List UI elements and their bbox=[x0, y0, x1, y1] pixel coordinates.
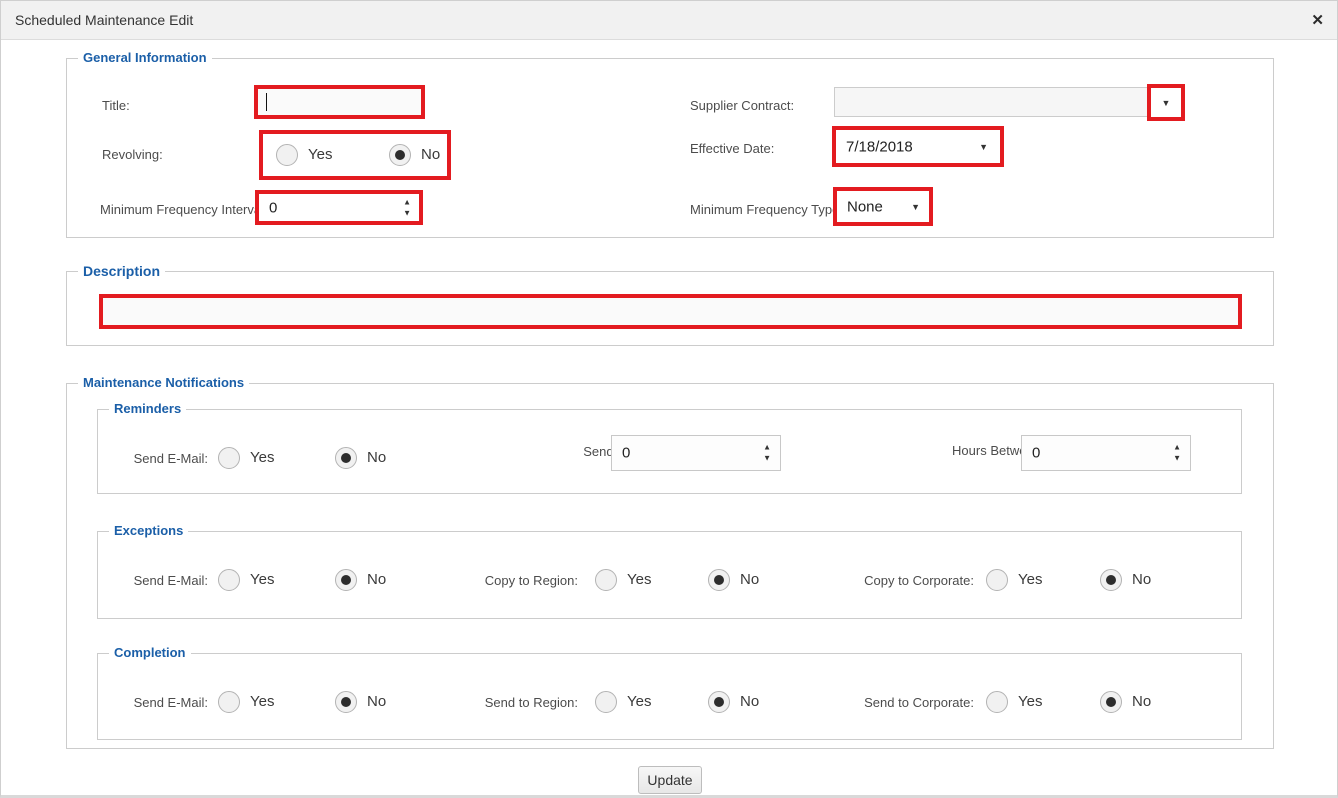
update-button[interactable]: Update bbox=[638, 766, 702, 794]
days-prior-spinner[interactable]: 0 ▲ ▼ bbox=[611, 435, 781, 471]
exceptions-send-email-no-label: No bbox=[367, 571, 386, 588]
send-to-region-no-label: No bbox=[740, 693, 759, 710]
annotation-min-frequency-type-highlight: None ▼ bbox=[833, 187, 933, 226]
title-input[interactable] bbox=[258, 89, 421, 115]
annotation-effective-date-highlight: 7/18/2018 ▼ bbox=[832, 126, 1004, 167]
copy-to-region-no-radio[interactable] bbox=[708, 569, 730, 591]
min-frequency-type-value: None bbox=[847, 198, 883, 215]
completion-send-email-no-label: No bbox=[367, 693, 386, 710]
copy-to-corporate-yes-label: Yes bbox=[1018, 571, 1042, 588]
days-prior-spin-down-icon[interactable]: ▼ bbox=[763, 455, 771, 463]
send-to-corporate-no-radio[interactable] bbox=[1100, 691, 1122, 713]
min-frequency-type-label: Minimum Frequency Type: bbox=[690, 202, 843, 217]
general-information-group: General Information Title: Supplier Cont… bbox=[66, 58, 1274, 238]
completion-send-email-label: Send E-Mail: bbox=[98, 695, 208, 710]
send-to-region-label: Send to Region: bbox=[408, 695, 578, 710]
copy-to-corporate-label: Copy to Corporate: bbox=[788, 573, 974, 588]
min-frequency-interval-spin-down-icon[interactable]: ▼ bbox=[403, 209, 411, 217]
min-frequency-interval-spin-up-icon[interactable]: ▲ bbox=[403, 198, 411, 206]
reminders-send-email-yes-label: Yes bbox=[250, 449, 274, 466]
exceptions-send-email-no-radio[interactable] bbox=[335, 569, 357, 591]
send-to-corporate-label: Send to Corporate: bbox=[788, 695, 974, 710]
scheduled-maintenance-edit-dialog: Scheduled Maintenance Edit ✕ General Inf… bbox=[0, 0, 1338, 798]
text-cursor bbox=[266, 93, 267, 111]
send-to-corporate-no-label: No bbox=[1132, 693, 1151, 710]
dialog-titlebar: Scheduled Maintenance Edit ✕ bbox=[1, 1, 1337, 40]
completion-send-email-yes-label: Yes bbox=[250, 693, 274, 710]
supplier-contract-label: Supplier Contract: bbox=[690, 98, 794, 113]
reminders-send-email-no-label: No bbox=[367, 449, 386, 466]
maintenance-notifications-group: Maintenance Notifications Reminders Send… bbox=[66, 383, 1274, 749]
revolving-no-radio[interactable] bbox=[389, 144, 411, 166]
completion-group: Completion Send E-Mail: Yes No Send to R… bbox=[97, 653, 1242, 740]
min-frequency-interval-label: Minimum Frequency Interval: bbox=[100, 202, 268, 217]
title-label: Title: bbox=[102, 98, 130, 113]
general-information-legend: General Information bbox=[78, 50, 212, 65]
copy-to-region-yes-label: Yes bbox=[627, 571, 651, 588]
supplier-contract-combobox[interactable] bbox=[834, 87, 1162, 117]
completion-send-email-no-radio[interactable] bbox=[335, 691, 357, 713]
hours-between-spin-up-icon[interactable]: ▲ bbox=[1173, 444, 1181, 452]
days-prior-spin-up-icon[interactable]: ▲ bbox=[763, 444, 771, 452]
exceptions-send-email-label: Send E-Mail: bbox=[98, 573, 208, 588]
annotation-description-highlight bbox=[99, 294, 1242, 329]
annotation-title-highlight bbox=[254, 85, 425, 119]
send-to-corporate-yes-label: Yes bbox=[1018, 693, 1042, 710]
completion-send-email-yes-radio[interactable] bbox=[218, 691, 240, 713]
hours-between-reminders-value: 0 bbox=[1032, 445, 1040, 462]
dialog-title: Scheduled Maintenance Edit bbox=[15, 1, 193, 40]
reminders-send-email-yes-radio[interactable] bbox=[218, 447, 240, 469]
description-input[interactable] bbox=[103, 298, 1238, 325]
exceptions-group: Exceptions Send E-Mail: Yes No Copy to R… bbox=[97, 531, 1242, 619]
hours-between-spin-down-icon[interactable]: ▼ bbox=[1173, 455, 1181, 463]
send-to-corporate-yes-radio[interactable] bbox=[986, 691, 1008, 713]
days-prior-value: 0 bbox=[622, 445, 630, 462]
annotation-min-frequency-interval-highlight: 0 ▲ ▼ bbox=[255, 190, 423, 225]
reminders-send-email-label: Send E-Mail: bbox=[98, 451, 208, 466]
annotation-supplier-dropdown-highlight: ▼ bbox=[1147, 84, 1185, 121]
effective-date-dropdown-arrow-icon[interactable]: ▼ bbox=[979, 142, 988, 152]
reminders-group: Reminders Send E-Mail: Yes No Send (# Da… bbox=[97, 409, 1242, 494]
reminders-send-email-no-radio[interactable] bbox=[335, 447, 357, 469]
annotation-revolving-highlight: Yes No bbox=[259, 130, 451, 180]
revolving-label: Revolving: bbox=[102, 147, 163, 162]
reminders-legend: Reminders bbox=[109, 401, 186, 416]
effective-date-picker[interactable]: 7/18/2018 ▼ bbox=[836, 130, 1000, 163]
copy-to-region-label: Copy to Region: bbox=[408, 573, 578, 588]
revolving-yes-label: Yes bbox=[308, 146, 332, 163]
copy-to-region-yes-radio[interactable] bbox=[595, 569, 617, 591]
send-to-region-yes-radio[interactable] bbox=[595, 691, 617, 713]
exceptions-send-email-yes-label: Yes bbox=[250, 571, 274, 588]
copy-to-corporate-no-label: No bbox=[1132, 571, 1151, 588]
exceptions-send-email-yes-radio[interactable] bbox=[218, 569, 240, 591]
exceptions-legend: Exceptions bbox=[109, 523, 188, 538]
min-frequency-interval-value: 0 bbox=[269, 199, 277, 216]
send-to-region-yes-label: Yes bbox=[627, 693, 651, 710]
effective-date-label: Effective Date: bbox=[690, 141, 774, 156]
send-to-region-no-radio[interactable] bbox=[708, 691, 730, 713]
min-frequency-type-dropdown-arrow-icon[interactable]: ▼ bbox=[911, 202, 920, 212]
close-icon[interactable]: ✕ bbox=[1311, 1, 1324, 40]
min-frequency-interval-spinner[interactable]: 0 ▲ ▼ bbox=[259, 194, 419, 221]
revolving-no-label: No bbox=[421, 146, 440, 163]
copy-to-corporate-yes-radio[interactable] bbox=[986, 569, 1008, 591]
copy-to-corporate-no-radio[interactable] bbox=[1100, 569, 1122, 591]
maintenance-notifications-legend: Maintenance Notifications bbox=[78, 375, 249, 390]
copy-to-region-no-label: No bbox=[740, 571, 759, 588]
supplier-dropdown-arrow-icon[interactable]: ▼ bbox=[1162, 98, 1171, 108]
effective-date-value: 7/18/2018 bbox=[846, 138, 913, 155]
revolving-yes-radio[interactable] bbox=[276, 144, 298, 166]
min-frequency-type-dropdown[interactable]: None ▼ bbox=[837, 191, 929, 222]
description-legend: Description bbox=[78, 263, 165, 279]
hours-between-reminders-spinner[interactable]: 0 ▲ ▼ bbox=[1021, 435, 1191, 471]
completion-legend: Completion bbox=[109, 645, 191, 660]
description-group: Description bbox=[66, 271, 1274, 346]
